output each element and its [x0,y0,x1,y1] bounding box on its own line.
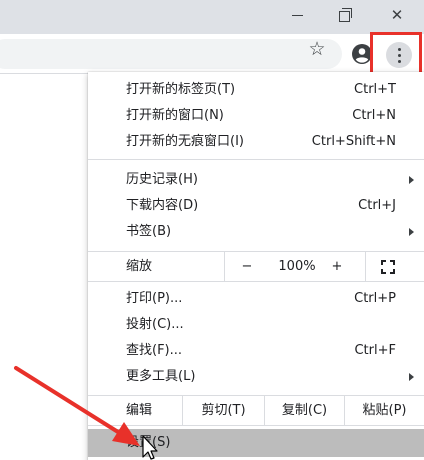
minimize-button[interactable] [274,0,320,30]
menu-item-label: 打开新的标签页(T) [126,82,236,97]
restore-icon [339,8,352,22]
paste-button[interactable]: 粘贴(P) [344,396,424,425]
submenu-arrow-icon [409,176,414,184]
close-icon: ✕ [390,6,404,24]
address-bar[interactable] [0,39,342,69]
minimize-icon [291,14,303,16]
zoom-controls: − 100% + [224,252,366,281]
menu-item-shortcut: Ctrl+J [358,198,396,213]
menu-item-shortcut: Ctrl+N [352,108,396,123]
edit-label: 编辑 [126,403,153,418]
browser-toolbar: ☆ [0,32,424,80]
menu-item-label: 更多工具(L) [126,369,196,384]
menu-item-shortcut: Ctrl+T [354,82,396,97]
menu-item-shortcut: Ctrl+P [354,291,396,306]
menu-item-new-tab[interactable]: 打开新的标签页(T) Ctrl+T [88,77,424,103]
menu-item-new-incognito[interactable]: 打开新的无痕窗口(I) Ctrl+Shift+N [88,129,424,155]
menu-item-history[interactable]: 历史记录(H) [88,167,424,193]
menu-item-label: 查找(F)... [126,343,183,358]
zoom-label: 缩放 [126,259,153,274]
cut-button[interactable]: 剪切(T) [182,396,264,425]
restore-button[interactable] [322,0,368,30]
account-icon[interactable] [352,44,372,64]
menu-item-label: 打开新的窗口(N) [126,108,224,123]
edit-row: 编辑 剪切(T) 复制(C) 粘贴(P) [88,395,424,426]
menu-item-cast[interactable]: 投射(C)... [88,312,424,338]
menu-item-label: 打开新的无痕窗口(I) [126,134,244,149]
submenu-arrow-icon [409,373,414,381]
menu-separator [88,159,424,160]
zoom-level: 100% [278,259,316,274]
menu-item-label: 书签(B) [126,224,172,239]
bookmark-star-icon[interactable]: ☆ [306,38,328,60]
zoom-in-button[interactable]: + [329,252,345,281]
menu-item-label: 打印(P)... [126,291,183,306]
copy-button[interactable]: 复制(C) [264,396,344,425]
menu-item-label: 下载内容(D) [126,198,199,213]
title-bar: ✕ [0,0,424,34]
menu-item-new-window[interactable]: 打开新的窗口(N) Ctrl+N [88,103,424,129]
menu-item-find[interactable]: 查找(F)... Ctrl+F [88,338,424,364]
browser-menu: 打开新的标签页(T) Ctrl+T 打开新的窗口(N) Ctrl+N 打开新的无… [88,72,424,460]
submenu-arrow-icon [409,228,414,236]
menu-item-shortcut: Ctrl+Shift+N [311,134,396,149]
zoom-out-button[interactable]: − [241,252,253,281]
close-button[interactable]: ✕ [374,0,420,30]
menu-item-shortcut: Ctrl+F [354,343,396,358]
menu-item-label: 投射(C)... [126,317,184,332]
menu-item-print[interactable]: 打印(P)... Ctrl+P [88,286,424,312]
menu-item-settings[interactable]: 设置(S) [88,429,424,457]
menu-item-label: 设置(S) [126,435,171,450]
menu-item-more-tools[interactable]: 更多工具(L) [88,364,424,390]
menu-item-bookmarks[interactable]: 书签(B) [88,219,424,245]
more-vertical-icon[interactable] [386,42,412,68]
zoom-row: 缩放 − 100% + [88,251,424,282]
menu-item-downloads[interactable]: 下载内容(D) Ctrl+J [88,193,424,219]
fullscreen-icon[interactable] [381,260,395,274]
menu-item-label: 历史记录(H) [126,172,198,187]
